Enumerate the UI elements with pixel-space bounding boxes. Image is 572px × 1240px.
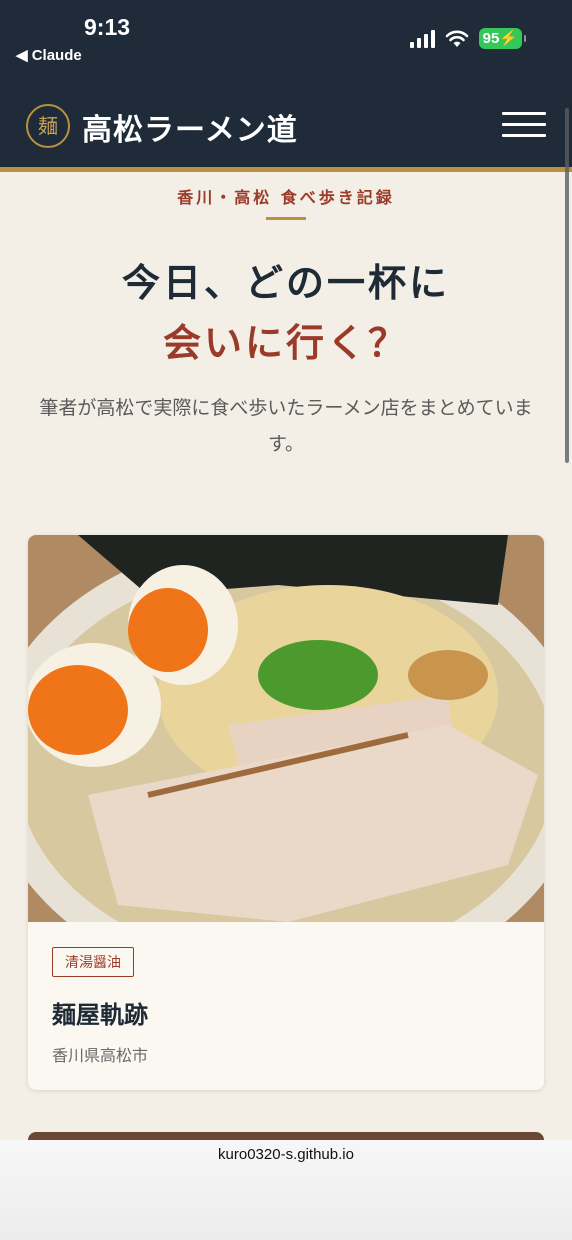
shop-location: 香川県高松市 xyxy=(52,1046,149,1065)
shop-card[interactable]: 清湯醤油 麺屋軌跡 香川県高松市 xyxy=(28,535,544,1090)
cellular-signal-icon xyxy=(409,29,435,48)
category-tag[interactable]: 清湯醤油 xyxy=(52,947,134,977)
site-title[interactable]: 高松ラーメン道 xyxy=(82,105,298,149)
status-time: 9:13 xyxy=(84,14,131,40)
hero-eyebrow: 香川・高松 食べ歩き記録 xyxy=(177,188,395,207)
back-to-app-link[interactable]: ◀ Claude xyxy=(16,46,82,64)
site-logo[interactable]: 麺 xyxy=(26,104,70,148)
hamburger-icon[interactable] xyxy=(502,112,546,138)
system-icons: 95⚡ xyxy=(409,28,527,49)
ramen-photo xyxy=(28,535,544,922)
shop-name[interactable]: 麺屋軌跡 xyxy=(52,995,148,1030)
hero-headline-line1: 今日、どの一杯に xyxy=(121,260,450,305)
hero-headline-line2: 会いに行く？ xyxy=(162,320,409,365)
browser-bottom-bar: kuro0320-s.github.io xyxy=(0,1140,572,1240)
site-header: 麺 高松ラーメン道 xyxy=(0,95,572,172)
hero-lead: 筆者が高松で実際に食べ歩いたラーメン店をまとめています。 xyxy=(39,397,533,455)
status-bar: 9:13 ◀ Claude 95⚡ xyxy=(0,0,572,95)
wifi-icon xyxy=(445,30,468,47)
battery-icon: 95⚡ xyxy=(478,28,527,49)
address-bar-url[interactable]: kuro0320-s.github.io xyxy=(0,1146,572,1163)
battery-level: 95 xyxy=(482,30,500,47)
eyebrow-divider xyxy=(266,217,306,220)
